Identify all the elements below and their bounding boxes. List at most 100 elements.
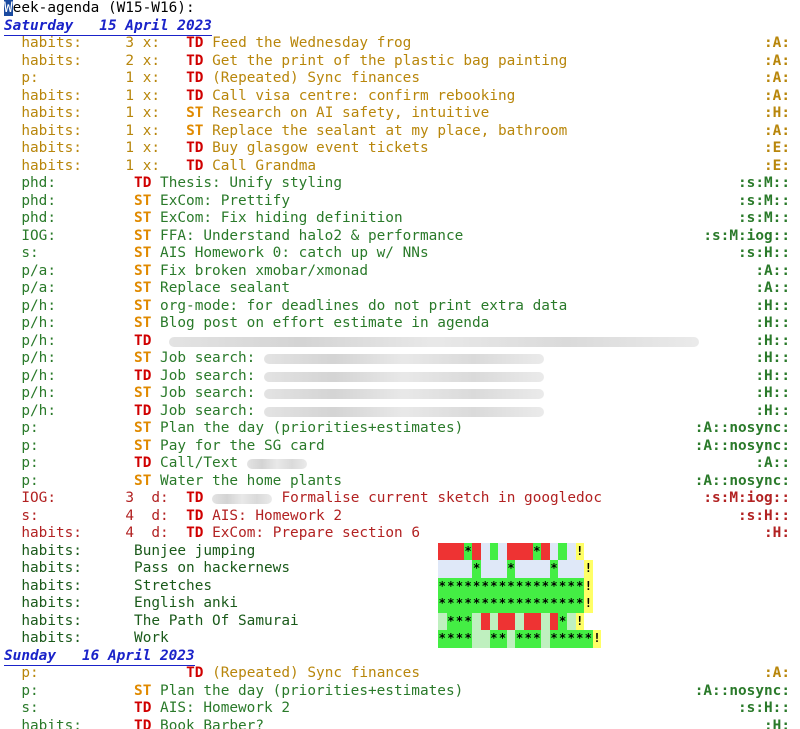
agenda-item[interactable]: s: 4 d: TD AIS: Homework 2:s:H:: xyxy=(0,508,800,526)
todo-keyword[interactable]: TD xyxy=(186,490,203,508)
agenda-item[interactable]: p: TD (Repeated) Sync finances:A: xyxy=(0,665,800,683)
started-keyword[interactable]: ST xyxy=(186,123,203,141)
agenda-item[interactable]: habits: TD Book Barber?:H: xyxy=(0,718,800,729)
item-title[interactable]: Call visa centre: confirm rebooking xyxy=(212,88,515,106)
agenda-item[interactable]: IOG: 3 d: TD Formalise current sketch in go… xyxy=(0,490,800,508)
item-title[interactable]: Replace the sealant at my place, bathroo… xyxy=(212,123,567,141)
started-keyword[interactable]: ST xyxy=(134,263,151,281)
item-title[interactable]: Book Barber? xyxy=(160,718,264,729)
item-title[interactable]: AIS: Homework 2 xyxy=(212,508,342,526)
todo-keyword[interactable]: TD xyxy=(186,665,203,683)
started-keyword[interactable]: ST xyxy=(134,315,151,333)
todo-keyword[interactable]: TD xyxy=(186,508,203,526)
agenda-item[interactable]: s: ST AIS Homework 0: catch up w/ NNs:s:H:… xyxy=(0,245,800,263)
agenda-item[interactable]: p/h: ST Blog post on effort estimate in ag… xyxy=(0,315,800,333)
agenda-item[interactable]: habits: 1 x: TD Buy glasgow event tickets:E… xyxy=(0,140,800,158)
habit-row[interactable]: habits: English anki * * * * * * * * * * * * * * * * *! xyxy=(0,595,800,613)
item-title[interactable]: Bunjee jumping xyxy=(134,543,255,561)
item-title[interactable]: Research on AI safety, intuitive xyxy=(212,105,489,123)
started-keyword[interactable]: ST xyxy=(134,473,151,491)
todo-keyword[interactable]: TD xyxy=(134,455,151,473)
started-keyword[interactable]: ST xyxy=(134,280,151,298)
todo-keyword[interactable]: TD xyxy=(186,88,203,106)
habit-row[interactable]: habits: Pass on hackernews * * *! xyxy=(0,560,800,578)
todo-keyword[interactable]: TD xyxy=(134,403,151,421)
item-title[interactable]: Job search: xyxy=(160,385,255,403)
agenda-item[interactable]: habits: 2 x: TD Get the print of the plasti… xyxy=(0,53,800,71)
item-title[interactable]: ExCom: Fix hiding definition xyxy=(160,210,403,228)
agenda-item[interactable]: p: ST Water the home plants:A::nosync: xyxy=(0,473,800,491)
item-title[interactable]: Fix broken xmobar/xmonad xyxy=(160,263,368,281)
item-title[interactable]: Formalise current sketch in googledoc xyxy=(281,490,602,508)
item-title[interactable]: The Path Of Samurai xyxy=(134,613,299,631)
agenda-item[interactable]: habits: 4 d: TD ExCom: Prepare section 6:H: xyxy=(0,525,800,543)
todo-keyword[interactable]: TD xyxy=(134,368,151,386)
habit-row[interactable]: habits: Bunjee jumping * *! xyxy=(0,542,800,561)
agenda-item[interactable]: habits: 1 x: ST Research on AI safety, intu… xyxy=(0,105,800,123)
item-title[interactable]: AIS Homework 0: catch up w/ NNs xyxy=(160,245,429,263)
agenda-item[interactable]: IOG: ST FFA: Understand halo2 & performanc… xyxy=(0,228,800,246)
day-heading[interactable]: Saturday 15 April 2023 xyxy=(0,18,800,36)
item-title[interactable]: Get the print of the plastic bag paintin… xyxy=(212,53,567,71)
agenda-item[interactable]: p/h: ST Job search::H:: xyxy=(0,385,800,403)
item-title[interactable]: Plan the day (priorities+estimates) xyxy=(160,420,463,438)
todo-keyword[interactable]: TD xyxy=(186,35,203,53)
agenda-item[interactable]: phd: ST ExCom: Fix hiding definition:s:M:: xyxy=(0,210,800,228)
started-keyword[interactable]: ST xyxy=(134,210,151,228)
agenda-item[interactable]: p/h: ST Job search::H:: xyxy=(0,350,800,368)
agenda-item[interactable]: p: ST Plan the day (priorities+estimates):… xyxy=(0,420,800,438)
agenda-item[interactable]: habits: 1 x: ST Replace the sealant at my p… xyxy=(0,123,800,141)
habit-row[interactable]: habits: Stretches * * * * * * * * * * * * * * * * *! xyxy=(0,577,800,596)
agenda-item[interactable]: p: 1 x: TD (Repeated) Sync finances:A: xyxy=(0,70,800,88)
item-title[interactable]: Feed the Wednesday frog xyxy=(212,35,411,53)
agenda-item[interactable]: habits: 1 x: TD Call visa centre: confirm r… xyxy=(0,88,800,106)
item-title[interactable]: ExCom: Prepare section 6 xyxy=(212,525,420,543)
item-title[interactable]: Pass on hackernews xyxy=(134,560,290,578)
agenda-item[interactable]: p: ST Pay for the SG card:A::nosync: xyxy=(0,438,800,456)
agenda-item[interactable]: phd: ST ExCom: Prettify:s:M:: xyxy=(0,193,800,211)
day-heading[interactable]: Sunday 16 April 2023 xyxy=(0,648,800,666)
item-title[interactable]: Stretches xyxy=(134,578,212,596)
item-title[interactable]: ExCom: Prettify xyxy=(160,193,290,211)
agenda-item[interactable]: p: ST Plan the day (priorities+estimates):… xyxy=(0,683,800,701)
todo-keyword[interactable]: TD xyxy=(134,175,151,193)
todo-keyword[interactable]: TD xyxy=(186,70,203,88)
started-keyword[interactable]: ST xyxy=(134,438,151,456)
agenda-item[interactable]: p/h: ST org-mode: for deadlines do not pri… xyxy=(0,298,800,316)
item-title[interactable]: Water the home plants xyxy=(160,473,342,491)
agenda-item[interactable]: p/h: TD Job search::H:: xyxy=(0,368,800,386)
agenda-item[interactable]: habits: 3 x: TD Feed the Wednesday frog:A: xyxy=(0,35,800,53)
item-title[interactable]: Call/Text xyxy=(160,455,238,473)
started-keyword[interactable]: ST xyxy=(134,193,151,211)
item-title[interactable]: FFA: Understand halo2 & performance xyxy=(160,228,463,246)
item-title[interactable]: (Repeated) Sync finances xyxy=(212,665,420,683)
started-keyword[interactable]: ST xyxy=(134,420,151,438)
started-keyword[interactable]: ST xyxy=(186,105,203,123)
agenda-item[interactable]: p/h: TD Job search::H:: xyxy=(0,403,800,421)
item-title[interactable]: Blog post on effort estimate in agenda xyxy=(160,315,489,333)
item-title[interactable]: Pay for the SG card xyxy=(160,438,325,456)
started-keyword[interactable]: ST xyxy=(134,350,151,368)
habit-row[interactable]: habits: Work * * * * * * * * * * * * * *! xyxy=(0,630,800,648)
agenda-item[interactable]: p: TD Call/Text:A:: xyxy=(0,455,800,473)
started-keyword[interactable]: ST xyxy=(134,245,151,263)
todo-keyword[interactable]: TD xyxy=(186,158,203,176)
agenda-item[interactable]: p/h: TD:H:: xyxy=(0,333,800,351)
agenda-item[interactable]: habits: 1 x: TD Call Grandma:E: xyxy=(0,158,800,176)
item-title[interactable]: (Repeated) Sync finances xyxy=(212,70,420,88)
todo-keyword[interactable]: TD xyxy=(134,333,151,351)
item-title[interactable]: Plan the day (priorities+estimates) xyxy=(160,683,463,701)
todo-keyword[interactable]: TD xyxy=(134,718,151,729)
item-title[interactable]: Thesis: Unify styling xyxy=(160,175,342,193)
started-keyword[interactable]: ST xyxy=(134,385,151,403)
agenda-item[interactable]: p/a: ST Fix broken xmobar/xmonad:A:: xyxy=(0,263,800,281)
item-title[interactable]: Call Grandma xyxy=(212,158,316,176)
habit-row[interactable]: habits: The Path Of Samurai * * * *! xyxy=(0,612,800,631)
todo-keyword[interactable]: TD xyxy=(186,140,203,158)
agenda-item[interactable]: p/a: ST Replace sealant:A:: xyxy=(0,280,800,298)
text-cursor[interactable]: W xyxy=(4,0,13,16)
started-keyword[interactable]: ST xyxy=(134,683,151,701)
item-title[interactable]: Replace sealant xyxy=(160,280,290,298)
started-keyword[interactable]: ST xyxy=(134,298,151,316)
todo-keyword[interactable]: TD xyxy=(186,525,203,543)
